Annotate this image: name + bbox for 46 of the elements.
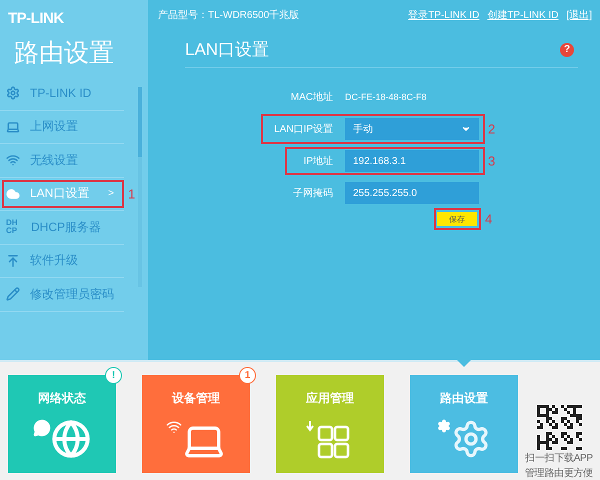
nav-tile[interactable]: 路由设置 [410,375,518,473]
promo-text: 扫一扫下载APP [525,452,593,465]
callout-number: 3 [488,154,496,168]
sidebar-item[interactable]: 修改管理员密码 [0,278,124,312]
mac-value: DC-FE-18-48-8C-F8 [345,92,428,102]
header-link[interactable]: 登录TP-LINK ID [408,8,480,22]
laptop-icon [6,120,20,134]
field-label: 子网掩码 [292,187,333,200]
logo: TP-LINK [7,9,65,29]
chevron-icon: > [108,188,114,200]
highlight-frame [434,208,481,230]
pencil-icon [6,287,20,302]
sidebar-item[interactable]: DH CP DHCP服务器 [0,211,124,244]
sidebar-item[interactable]: 软件升级 [0,244,124,278]
input-field[interactable]: 192.168.3.1 [345,150,479,172]
caret-icon [461,124,471,134]
upload-icon [6,254,20,268]
header-link[interactable]: 创建TP-LINK ID [487,8,558,22]
promo-text: 管理路由更方便 [525,466,593,480]
cloud-icon [6,186,20,201]
mode-select[interactable]: 手动 [345,118,479,140]
field-label: IP地址 [302,154,333,168]
wifi-icon [6,153,20,168]
help-button[interactable]: ? [560,42,574,56]
scrollbar[interactable] [138,87,142,287]
model-label: 产品型号：TL-WDR6500千兆版 [158,8,300,22]
panel-title: LAN口设置 [185,39,270,61]
callout-number: 1 [128,186,136,202]
header-link[interactable]: [退出] [566,8,592,22]
globe-chat-icon [33,419,91,459]
alert-badge: ! [105,367,122,384]
save-button[interactable]: 保存 [437,212,477,226]
input-field[interactable]: 255.255.255.0 [345,182,479,204]
field-label: LAN口IP设置 [273,122,333,136]
alert-badge: 1 [239,367,256,384]
sidebar-title: 路由设置 [13,38,115,69]
sidebar-item[interactable]: TP-LINK ID [0,77,124,110]
nav-tile[interactable]: 应用管理 [276,375,384,473]
callout-number: 2 [488,122,496,136]
dhcp-icon: DH CP [6,219,21,236]
sidebar-item[interactable]: 无线设置 [0,144,124,178]
sidebar-item[interactable]: 上网设置 [0,110,124,144]
field-label: MAC地址 [290,90,333,104]
gear-icon [6,86,20,100]
qr-code [536,405,582,450]
callout-number: 4 [485,212,492,226]
